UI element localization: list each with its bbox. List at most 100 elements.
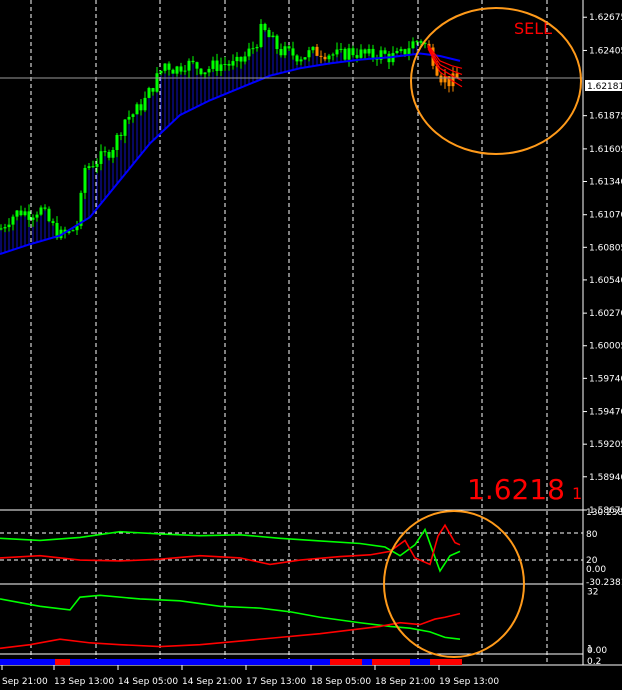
candle-body <box>311 46 315 51</box>
candle-body <box>307 50 311 58</box>
candle-body <box>275 35 279 50</box>
candle-body <box>395 50 399 54</box>
candle-body <box>159 70 163 74</box>
candle-body <box>19 210 23 216</box>
trend-strip-segment <box>430 659 462 665</box>
price-tick-label: 1.62405 <box>589 46 622 56</box>
candle-body <box>47 208 51 222</box>
candle-body <box>411 41 415 49</box>
candle-body <box>15 210 19 217</box>
price-panel[interactable]: SELL 1.6218 1 <box>0 7 583 506</box>
candle-body <box>283 46 287 56</box>
trend-strip-segment <box>372 659 410 665</box>
trend-strip-segment <box>410 659 430 665</box>
candle-body <box>403 49 407 55</box>
candle-body <box>263 23 267 30</box>
candle-body <box>243 56 247 62</box>
candle-body <box>323 56 327 60</box>
trend-strip-segment <box>70 659 330 665</box>
candle-body <box>167 63 171 70</box>
candle-body <box>91 166 95 168</box>
candle-body <box>343 48 347 60</box>
trend-strip-segment <box>362 659 372 665</box>
candle-body <box>139 104 143 111</box>
candle-body <box>439 75 443 83</box>
candle-body <box>115 134 119 151</box>
candle-body <box>127 116 131 120</box>
candle-body <box>99 151 103 164</box>
candle-body <box>319 55 323 57</box>
time-tick-label: 17 Sep 13:00 <box>246 677 306 687</box>
candle-body <box>271 35 275 38</box>
current-price-tag: 1.62181 <box>587 82 622 92</box>
candle-body <box>299 59 303 62</box>
time-tick-label: 13 Sep 13:00 <box>54 677 114 687</box>
candle-body <box>131 114 135 117</box>
time-tick-label: 19 Sep 13:00 <box>439 677 499 687</box>
candle-body <box>27 211 31 220</box>
sell-annotation: SELL <box>514 19 552 38</box>
candle-body <box>371 48 375 58</box>
candle-body <box>247 48 251 57</box>
candle-body <box>295 55 299 62</box>
candle-body <box>227 63 231 66</box>
time-tick-label: 18 Sep 05:00 <box>311 677 371 687</box>
candle-body <box>367 48 371 54</box>
price-tick-label: 1.60270 <box>589 309 622 319</box>
candle-body <box>195 62 199 69</box>
candles <box>0 19 459 240</box>
candle-body <box>223 63 227 65</box>
price-tick-label: 1.61605 <box>589 145 622 155</box>
candle-body <box>407 48 411 55</box>
indicator-1-scale-label: -30.2381 <box>586 578 622 588</box>
grid-lines <box>0 0 622 666</box>
big-price-suffix: 1 <box>572 484 582 503</box>
candle-body <box>443 76 447 83</box>
indicator-panel-2[interactable]: 3210.00 <box>0 588 607 657</box>
candle-body <box>179 66 183 72</box>
candle-body <box>183 70 187 72</box>
candle-body <box>259 23 263 47</box>
candle-body <box>51 221 55 223</box>
candle-body <box>203 72 207 75</box>
candle-body <box>211 60 215 69</box>
candle-body <box>347 48 351 60</box>
candle-body <box>199 68 203 75</box>
big-price-readout: 1.6218 <box>467 473 565 506</box>
candle-body <box>399 49 403 51</box>
candle-body <box>107 151 111 158</box>
candle-body <box>103 151 107 153</box>
candle-body <box>11 216 15 225</box>
forex-chart[interactable]: SELL 1.6218 1 1.62675 1.62405 1.61875 1.616… <box>0 0 622 690</box>
candle-body <box>359 49 363 58</box>
time-tick-label: Sep 21:00 <box>2 677 48 687</box>
candle-body <box>207 68 211 73</box>
ma-fill-area <box>0 23 418 254</box>
candle-body <box>287 46 291 49</box>
indicator-2-line <box>0 612 461 650</box>
candle-body <box>267 29 271 38</box>
candle-body <box>363 49 367 54</box>
candle-body <box>171 69 175 74</box>
time-axis: Sep 21:00 13 Sep 13:00 14 Sep 05:00 14 Sep … <box>1 665 499 687</box>
candle-body <box>71 230 75 232</box>
candle-body <box>135 104 139 115</box>
time-tick-label: 18 Sep 21:00 <box>375 677 435 687</box>
candle-body <box>7 224 11 228</box>
candle-body <box>0 228 3 230</box>
candle-body <box>151 88 155 92</box>
indicator-panel-1[interactable]: 130.238180200.00-30.2381 <box>0 508 622 588</box>
candle-body <box>187 60 191 71</box>
indicator-2-scale-label: 0.00 <box>587 646 607 656</box>
candle-body <box>279 49 283 56</box>
candle-body <box>191 60 195 63</box>
candle-body <box>419 41 423 43</box>
price-tick-label: 1.58940 <box>589 473 622 483</box>
candle-body <box>35 214 39 218</box>
indicator-1-scale-label: 130.2381 <box>586 508 622 518</box>
price-tick-label: 1.60540 <box>589 276 622 286</box>
candle-body <box>291 48 295 56</box>
indicator-1-line <box>0 523 461 566</box>
candle-body <box>111 150 115 158</box>
candle-body <box>231 61 235 66</box>
